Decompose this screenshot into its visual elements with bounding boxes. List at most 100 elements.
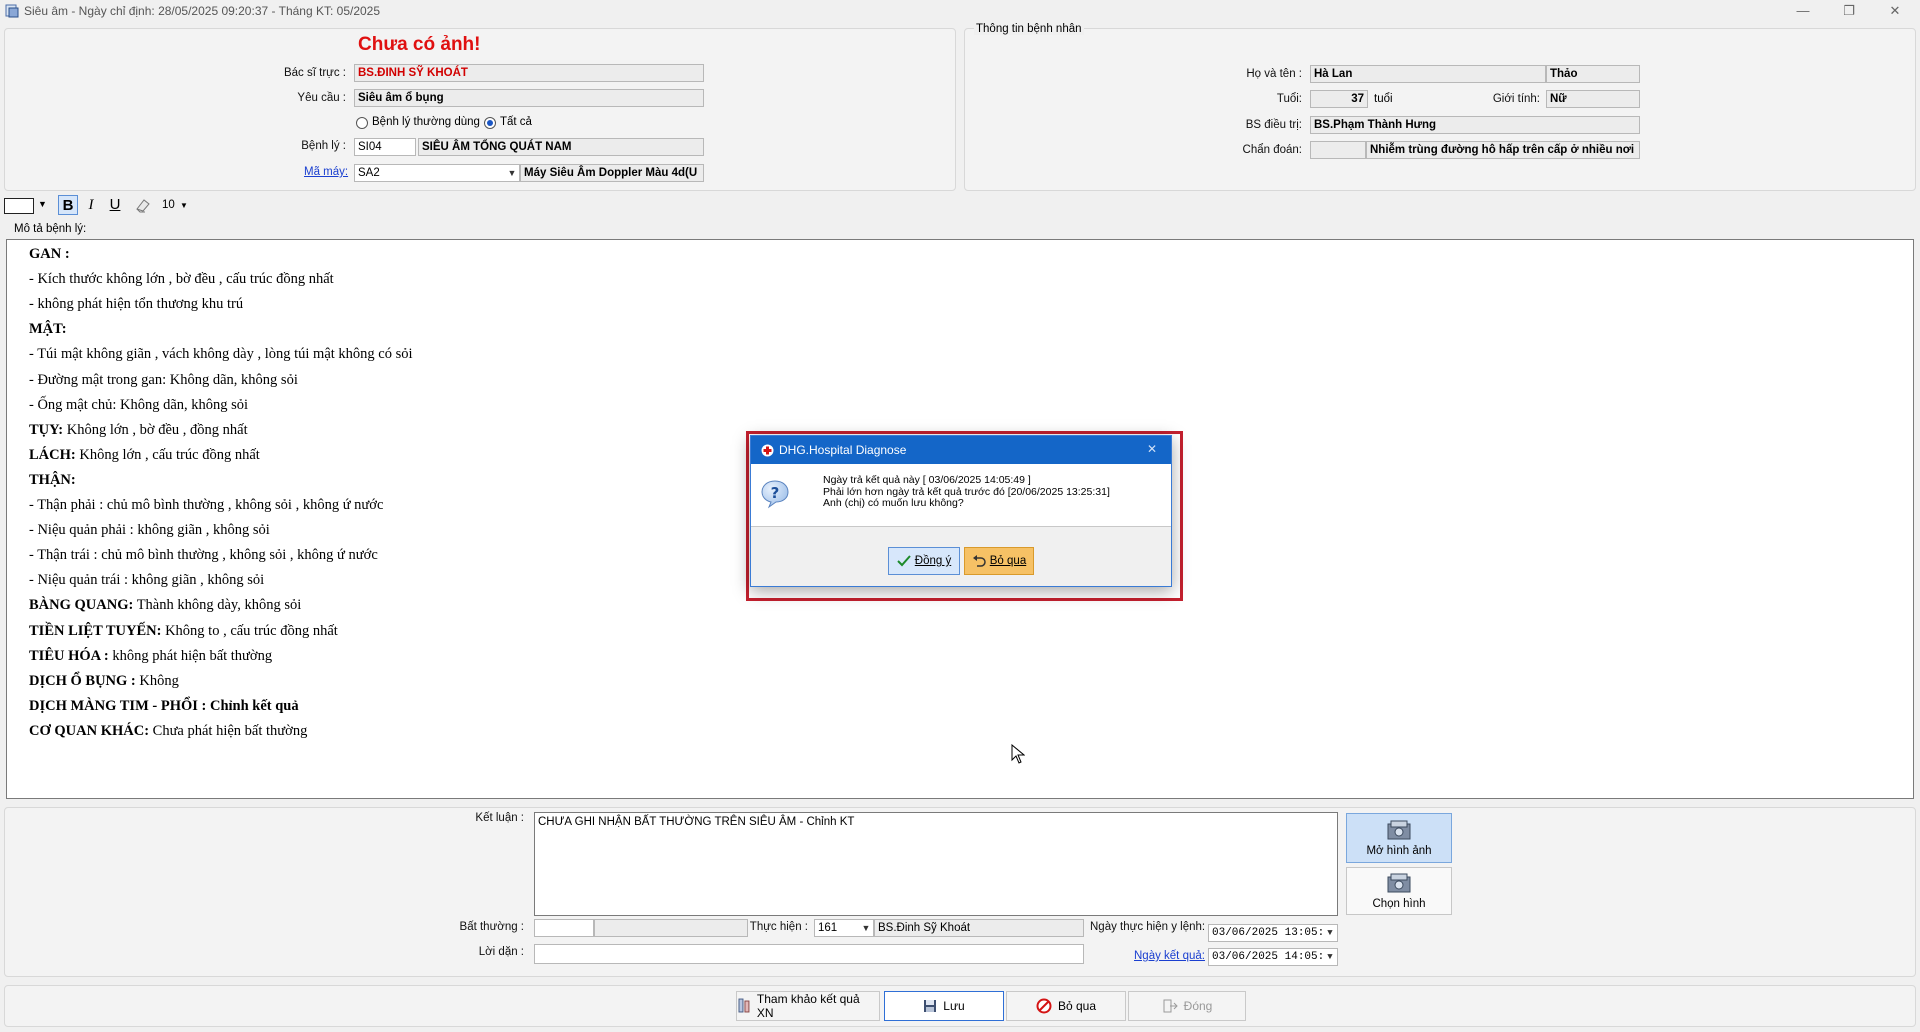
maximize-button[interactable]: ❐	[1826, 0, 1872, 22]
diagnosis-label: Chẩn đoán:	[1242, 144, 1302, 156]
age-field[interactable]: 37	[1310, 90, 1368, 108]
chevron-down-icon[interactable]: ▼	[505, 165, 519, 181]
abnormal-name-field[interactable]	[594, 919, 748, 937]
choose-image-label: Chọn hình	[1372, 898, 1426, 910]
chevron-down-icon[interactable]: ▼	[1323, 949, 1337, 965]
disease-name-field[interactable]: SIÊU ÂM TỔNG QUÁT NAM	[418, 138, 704, 156]
description-heading: GAN :	[29, 246, 70, 262]
radio-all[interactable]	[484, 117, 496, 129]
floppy-disk-icon	[924, 1000, 937, 1012]
description-line: DỊCH MÀNG TIM - PHỔI : Chỉnh kết quả	[29, 698, 299, 715]
dialog-title-bar: DHG.Hospital Diagnose ✕	[751, 436, 1171, 464]
no-image-label: Chưa có ảnh!	[358, 34, 481, 55]
open-image-label: Mở hình ảnh	[1366, 845, 1432, 857]
description-heading: TỤY:	[29, 421, 64, 438]
description-text: - Thận phải : chủ mô bình thường , không…	[29, 497, 384, 513]
chevron-down-icon[interactable]: ▼	[1323, 925, 1337, 941]
description-heading: BÀNG QUANG:	[29, 597, 134, 614]
description-line: - Thận trái : chủ mô bình thường , không…	[29, 547, 378, 564]
performer-code-select[interactable]: 161 ▼	[814, 919, 874, 937]
description-line: - Ống mật chủ: Không dãn, không sỏi	[29, 397, 248, 414]
age-label: Tuổi:	[1276, 93, 1302, 105]
italic-button[interactable]: I	[81, 195, 101, 215]
dialog-ok-button[interactable]: Đồng ý	[888, 547, 960, 575]
open-image-button[interactable]: Mở hình ảnh	[1346, 813, 1452, 863]
description-text: - Kích thước không lớn , bờ đều , cấu tr…	[29, 271, 334, 288]
conclusion-textarea[interactable]: CHƯA GHI NHẬN BẤT THƯỜNG TRÊN SIÊU ÂM - …	[534, 812, 1338, 916]
treating-doctor-field[interactable]: BS.Phạm Thành Hưng	[1310, 116, 1640, 134]
exit-door-icon	[1163, 999, 1178, 1013]
dialog-cancel-button[interactable]: Bỏ qua	[964, 547, 1034, 575]
chevron-down-icon[interactable]: ▼	[859, 920, 873, 936]
disease-code-field[interactable]: SI04	[354, 138, 416, 156]
svg-text:?: ?	[771, 484, 780, 502]
description-text: Chưa phát hiện bất thường	[149, 722, 308, 739]
description-text: Không	[135, 672, 179, 689]
skip-button[interactable]: Bỏ qua	[1006, 991, 1126, 1021]
diagnosis-field[interactable]: Nhiễm trùng đường hô hấp trên cấp ở nhiề…	[1366, 141, 1640, 159]
reference-lab-results-button[interactable]: Tham khảo kết quả XN	[736, 991, 880, 1021]
description-line: GAN :	[29, 246, 70, 263]
chevron-down-icon[interactable]: ▼	[180, 201, 188, 210]
doctor-label: Bác sĩ trực :	[283, 67, 346, 79]
machine-link[interactable]: Mã máy:	[304, 166, 348, 178]
performer-name-field: BS.Đinh Sỹ Khoát	[874, 919, 1084, 937]
cancel-circle-icon	[1036, 998, 1052, 1014]
description-text: - Đường mật trong gan: Không dãn, không …	[29, 371, 298, 388]
font-size-select[interactable]: 10	[162, 199, 175, 211]
description-text: - không phát hiện tổn thương khu trú	[29, 296, 244, 313]
description-heading: TIÊU HÓA :	[29, 647, 109, 664]
radio-common-disease[interactable]	[356, 117, 368, 129]
description-text: Không lớn , bờ đều , đồng nhất	[63, 421, 248, 438]
order-date-picker[interactable]: 03/06/2025 13:05:18 ▼	[1208, 924, 1338, 942]
close-window-button[interactable]: ✕	[1872, 0, 1918, 22]
bold-button[interactable]: B	[58, 195, 78, 215]
dialog-cancel-label: Bỏ qua	[989, 555, 1027, 567]
description-line: THẬN:	[29, 472, 76, 489]
diagnosis-code-field[interactable]	[1310, 141, 1366, 159]
order-date-label: Ngày thực hiện y lệnh:	[1090, 921, 1206, 933]
description-text: - Ống mật chủ: Không dãn, không sỏi	[29, 396, 249, 413]
confirm-dialog: DHG.Hospital Diagnose ✕ ? Ngày trả kết q…	[750, 435, 1172, 587]
doctor-field[interactable]: BS.ĐINH SỸ KHOÁT	[354, 64, 704, 82]
description-text: không phát hiện bất thường	[108, 647, 273, 664]
description-heading: MẬT:	[29, 321, 67, 338]
radio-all-label: Tất cả	[500, 116, 532, 128]
minimize-button[interactable]: —	[1780, 0, 1826, 22]
lab-flask-icon	[738, 998, 750, 1013]
font-color-picker[interactable]	[4, 198, 34, 214]
request-field[interactable]: Siêu âm ổ bụng	[354, 89, 704, 107]
description-line: LÁCH: Không lớn , cấu trúc đồng nhất	[29, 447, 260, 464]
performer-label: Thực hiện :	[749, 921, 808, 933]
gender-field[interactable]: Nữ	[1546, 90, 1640, 108]
last-name-field[interactable]: Hà Lan	[1310, 65, 1546, 83]
description-text: Thành không dày, không sỏi	[133, 597, 302, 614]
save-button[interactable]: Lưu	[884, 991, 1004, 1021]
result-date-picker[interactable]: 03/06/2025 14:05:49 ▼	[1208, 948, 1338, 966]
chevron-down-icon[interactable]: ▼	[38, 199, 47, 209]
skip-label: Bỏ qua	[1057, 999, 1097, 1013]
close-button[interactable]: Đóng	[1128, 991, 1246, 1021]
description-text: - Niệu quản trái : không giãn , không sỏ…	[29, 572, 265, 589]
advice-input[interactable]	[534, 944, 1084, 964]
dialog-message-line1: Ngày trả kết quả này [ 03/06/2025 14:05:…	[823, 474, 1031, 486]
first-name-field[interactable]: Thảo	[1546, 65, 1640, 83]
description-line: MẬT:	[29, 321, 67, 338]
abnormal-code-field[interactable]	[534, 919, 594, 937]
result-date-link[interactable]: Ngày kết quả:	[1134, 950, 1205, 962]
machine-code-select[interactable]: SA2 ▼	[354, 164, 520, 182]
dialog-close-icon[interactable]: ✕	[1147, 442, 1157, 456]
patient-info-panel	[964, 28, 1916, 191]
description-line: TỤY: Không lớn , bờ đều , đồng nhất	[29, 422, 248, 439]
eraser-icon[interactable]	[134, 197, 152, 213]
description-text: Không to , cấu trúc đồng nhất	[161, 622, 338, 639]
advice-label: Lời dặn :	[478, 946, 524, 958]
title-bar: Siêu âm - Ngày chỉ định: 28/05/2025 09:2…	[0, 0, 1920, 22]
choose-image-button[interactable]: Chọn hình	[1346, 867, 1452, 915]
app-icon	[5, 4, 19, 18]
underline-button[interactable]: U	[105, 195, 125, 215]
age-unit: tuổi	[1374, 93, 1393, 105]
description-heading: LÁCH:	[29, 446, 76, 463]
description-line: DỊCH Ổ BỤNG : Không	[29, 673, 179, 690]
description-text: - Thận trái : chủ mô bình thường , không…	[29, 547, 378, 564]
